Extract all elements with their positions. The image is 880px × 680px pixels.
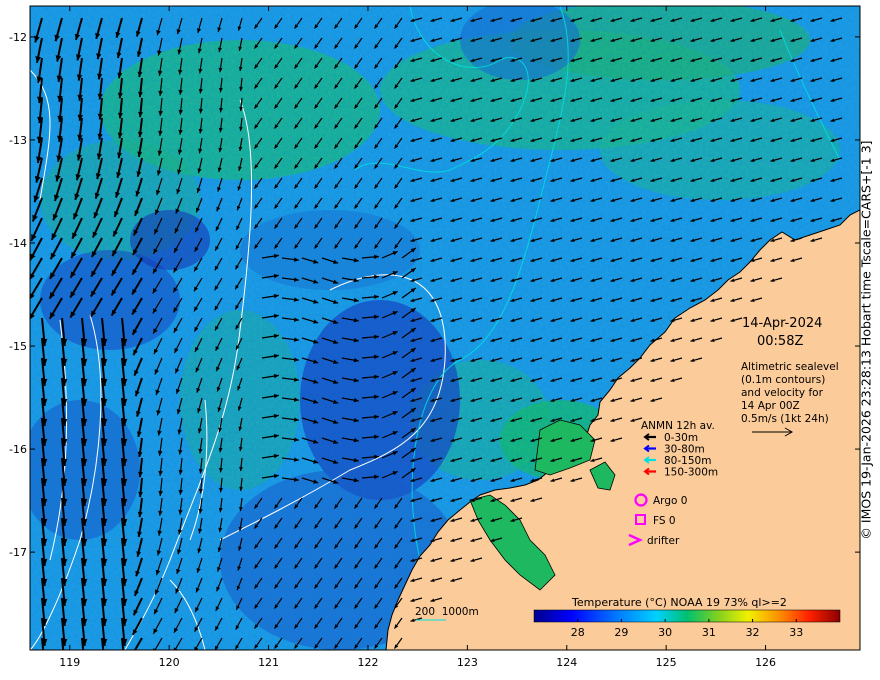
anmn-legend-label: 0-30m (664, 432, 698, 444)
altimetry-line: 14 Apr 00Z (741, 400, 800, 412)
bathymetry-label: 200 1000m (415, 606, 479, 618)
x-tick-label: 125 (656, 656, 677, 669)
colorbar-title: Temperature (°C) NOAA 19 73% ql>=2 (571, 596, 787, 609)
x-tick-label: 124 (556, 656, 577, 669)
time-label: 00:58Z (757, 334, 803, 349)
anmn-legend-title: ANMN 12h av. (641, 420, 715, 432)
x-tick-label: 120 (159, 656, 180, 669)
altimetry-line: and velocity for (741, 387, 824, 399)
y-tick-label: -13 (9, 134, 27, 147)
altimetry-line: 0.5m/s (1kt 24h) (741, 413, 829, 425)
sst-field (30, 6, 860, 650)
x-tick-label: 121 (258, 656, 279, 669)
fs-label: FS 0 (653, 515, 676, 527)
colorbar-gradient (533, 609, 841, 623)
sst-map-figure: 119 120 121 122 123 124 125 126 -12 -13 -14 -15 -16… (9, 5, 861, 669)
anmn-legend-label: 150-300m (664, 467, 718, 479)
drifter-label: drifter (647, 535, 680, 547)
anmn-legend-label: 30-80m (664, 444, 705, 456)
x-tick-label: 126 (755, 656, 776, 669)
x-tick-label: 122 (357, 656, 378, 669)
copyright-note: © IMOS 19-Jan-2026 23:28:13 Hobart time … (858, 140, 874, 540)
y-tick-label: -16 (9, 443, 27, 456)
y-tick-label: -17 (9, 546, 27, 559)
date-label: 14-Apr-2024 (742, 316, 822, 331)
x-tick-label: 123 (457, 656, 478, 669)
y-tick-label: -12 (9, 31, 27, 44)
colorbar-tick-label: 32 (746, 626, 760, 639)
colorbar-tick-label: 33 (789, 626, 803, 639)
colorbar-tick-label: 31 (702, 626, 716, 639)
x-tick-label: 119 (59, 656, 80, 669)
colorbar-tick-label: 29 (614, 626, 628, 639)
altimetry-line: Altimetric sealevel (741, 361, 839, 373)
y-tick-label: -14 (9, 237, 27, 250)
y-tick-label: -15 (9, 340, 27, 353)
colorbar-tick-label: 28 (571, 626, 585, 639)
altimetry-line: (0.1m contours) (741, 374, 825, 386)
argo-label: Argo 0 (653, 495, 687, 507)
colorbar-tick-label: 30 (658, 626, 672, 639)
anmn-legend-label: 80-150m (664, 455, 711, 467)
